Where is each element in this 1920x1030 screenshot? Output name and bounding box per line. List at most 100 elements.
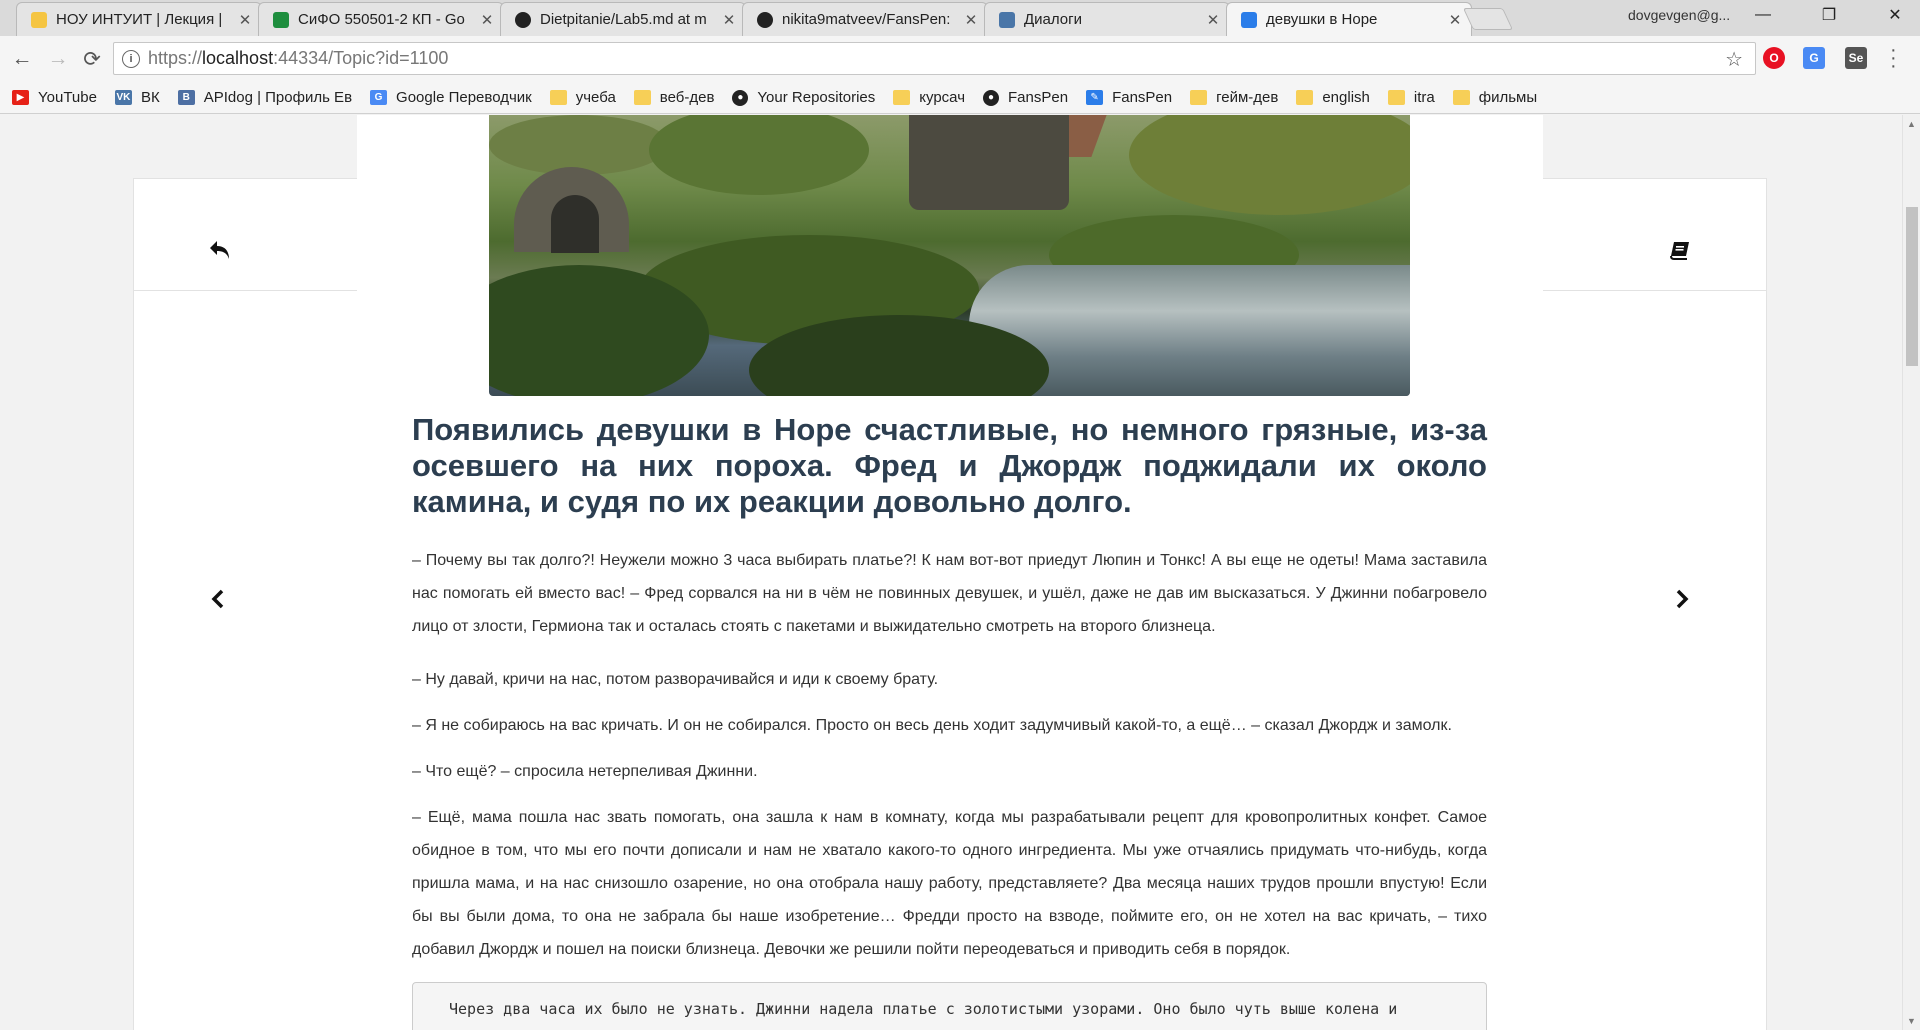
bookmark-item[interactable]: ● FansPen xyxy=(983,89,1068,106)
browser-tab[interactable]: СиФО 550501-2 КП - Go ✕ xyxy=(258,2,504,36)
browser-tab[interactable]: nikita9matveev/FansPen: ✕ xyxy=(742,2,988,36)
github-icon: ● xyxy=(732,89,749,106)
bookmark-item[interactable]: ▶ YouTube xyxy=(12,89,97,106)
paragraph: – Что ещё? – спросила нетерпеливая Джинн… xyxy=(412,763,758,780)
bookmark-item[interactable]: itra xyxy=(1387,89,1435,106)
bookmark-label: Your Repositories xyxy=(757,89,876,106)
url-host: localhost xyxy=(202,48,274,68)
chapter-heading: Появились девушки в Норе счастливые, но … xyxy=(412,412,1487,519)
fanspen-icon xyxy=(1241,11,1257,28)
translate-icon[interactable]: G xyxy=(1803,47,1825,69)
youtube-icon: ▶ xyxy=(12,90,29,105)
bookmark-label: Google Переводчик xyxy=(396,89,532,106)
bookmark-label: учеба xyxy=(575,89,616,106)
folder-icon xyxy=(1190,90,1208,105)
bookmark-label: FansPen xyxy=(1008,89,1069,106)
bookmark-item[interactable]: фильмы xyxy=(1452,89,1538,106)
sheets-icon xyxy=(273,11,289,28)
bookmark-item[interactable]: гейм-дев xyxy=(1190,89,1278,106)
tab-close-icon[interactable]: ✕ xyxy=(237,11,253,29)
chevron-right-icon[interactable] xyxy=(1664,581,1700,617)
bookmark-item[interactable]: веб-дев xyxy=(633,89,715,106)
tab-title: Диалоги xyxy=(1024,11,1082,28)
bookmark-label: гейм-дев xyxy=(1216,89,1279,106)
bookmark-star-icon[interactable]: ☆ xyxy=(1725,47,1743,72)
google-translate-icon: G xyxy=(370,90,388,105)
folder-icon xyxy=(1387,90,1405,105)
bookmark-label: YouTube xyxy=(38,89,97,106)
tab-title: СиФО 550501-2 КП - Go xyxy=(298,11,465,28)
scroll-up-icon[interactable]: ▲ xyxy=(1907,119,1916,129)
bookmark-item[interactable]: B APIdog | Профиль Ев xyxy=(177,89,352,106)
browser-tab[interactable]: девушки в Норе ✕ xyxy=(1226,2,1472,36)
folder-icon xyxy=(549,90,567,105)
bookmark-label: ВК xyxy=(140,89,160,106)
bookmark-item[interactable]: курсач xyxy=(893,89,965,106)
browser-tab[interactable]: Диалоги ✕ xyxy=(984,2,1230,36)
reply-icon[interactable] xyxy=(202,232,238,268)
paragraph: – Я не собираюсь на вас кричать. И он не… xyxy=(412,717,1452,734)
info-icon[interactable]: i xyxy=(122,49,140,68)
tab-close-icon[interactable]: ✕ xyxy=(963,11,979,29)
bookmark-item[interactable]: учеба xyxy=(549,89,616,106)
chapter-content: Появились девушки в Норе счастливые, но … xyxy=(357,115,1543,1030)
tab-close-icon[interactable]: ✕ xyxy=(1447,11,1463,29)
browser-tab[interactable]: НОУ ИНТУИТ | Лекция | ✕ xyxy=(16,2,262,36)
bookmark-item[interactable]: VK ВК xyxy=(114,89,160,106)
tab-title: Dietpitanie/Lab5.md at m xyxy=(540,11,707,28)
bookmark-label: FansPen xyxy=(1112,89,1173,106)
bookmarks-bar: ▶ YouTube VK ВК B APIdog | Профиль Ев G Google … xyxy=(0,82,1920,114)
tab-title: НОУ ИНТУИТ | Лекция | xyxy=(56,11,223,28)
chapter-illustration xyxy=(489,115,1410,396)
apidog-icon: B xyxy=(177,90,195,105)
scroll-thumb[interactable] xyxy=(1906,207,1918,366)
github-icon xyxy=(757,11,773,28)
folder-icon xyxy=(1296,90,1314,105)
folder-icon xyxy=(633,90,651,105)
selenium-icon[interactable]: Se xyxy=(1845,47,1867,69)
restore-button[interactable]: ❐ xyxy=(1806,0,1852,30)
github-icon xyxy=(515,11,531,28)
bookmark-label: english xyxy=(1322,89,1370,106)
url-scheme: https:// xyxy=(148,48,203,68)
paragraph: – Почему вы так долго?! Неужели можно 3 … xyxy=(412,552,1487,635)
bookmark-label: веб-дев xyxy=(659,89,715,106)
bookmark-item[interactable]: ✎ FansPen xyxy=(1086,89,1172,106)
page-scrollbar[interactable]: ▲ ▼ xyxy=(1902,115,1920,1030)
folder-icon xyxy=(893,90,911,105)
back-button[interactable]: ← xyxy=(8,45,36,73)
tab-title: nikita9matveev/FansPen: xyxy=(782,11,951,28)
bookmark-item[interactable]: english xyxy=(1296,89,1370,106)
profile-name[interactable]: dovgevgen@g... xyxy=(1628,7,1730,23)
chevron-left-icon[interactable] xyxy=(200,581,236,617)
tab-close-icon[interactable]: ✕ xyxy=(721,11,737,29)
opera-icon[interactable]: O xyxy=(1763,47,1785,69)
tab-close-icon[interactable]: ✕ xyxy=(479,11,495,29)
minimize-button[interactable]: — xyxy=(1740,0,1786,30)
paragraph: – Ещё, мама пошла нас звать помогать, он… xyxy=(412,809,1487,958)
page-viewport: Появились девушки в Норе счастливые, но … xyxy=(0,115,1902,1030)
address-bar[interactable]: i https://localhost:44334/Topic?id=1100 … xyxy=(113,42,1756,75)
browser-menu-icon[interactable]: · · · xyxy=(1890,40,1897,76)
url-text[interactable]: https://localhost:44334/Topic?id=1100 xyxy=(148,48,448,69)
preformatted-block: Через два часа их было не узнать. Джинни… xyxy=(412,982,1487,1030)
book-icon[interactable] xyxy=(1662,232,1698,268)
browser-tab-strip: НОУ ИНТУИТ | Лекция | ✕ СиФО 550501-2 КП -… xyxy=(0,0,1920,36)
reload-button[interactable]: ⟳ xyxy=(78,45,106,73)
bookmark-label: курсач xyxy=(919,89,966,106)
bookmark-label: фильмы xyxy=(1478,89,1538,106)
tab-close-icon[interactable]: ✕ xyxy=(1205,11,1221,29)
forward-button[interactable]: → xyxy=(44,45,72,73)
window-close-button[interactable]: ✕ xyxy=(1872,0,1918,30)
browser-toolbar: ← → ⟳ i https://localhost:44334/Topic?id… xyxy=(0,36,1920,82)
bookmark-item[interactable]: G Google Переводчик xyxy=(370,89,532,106)
github-icon: ● xyxy=(983,89,1000,106)
browser-tab[interactable]: Dietpitanie/Lab5.md at m ✕ xyxy=(500,2,746,36)
tab-title: девушки в Норе xyxy=(1266,11,1378,28)
bookmark-item[interactable]: ● Your Repositories xyxy=(732,89,875,106)
bookmark-label: itra xyxy=(1413,89,1435,106)
vk-icon: VK xyxy=(114,90,132,105)
dialogs-icon xyxy=(999,11,1015,28)
paragraph: – Ну давай, кричи на нас, потом разворач… xyxy=(412,671,939,688)
scroll-down-icon[interactable]: ▼ xyxy=(1907,1016,1916,1026)
